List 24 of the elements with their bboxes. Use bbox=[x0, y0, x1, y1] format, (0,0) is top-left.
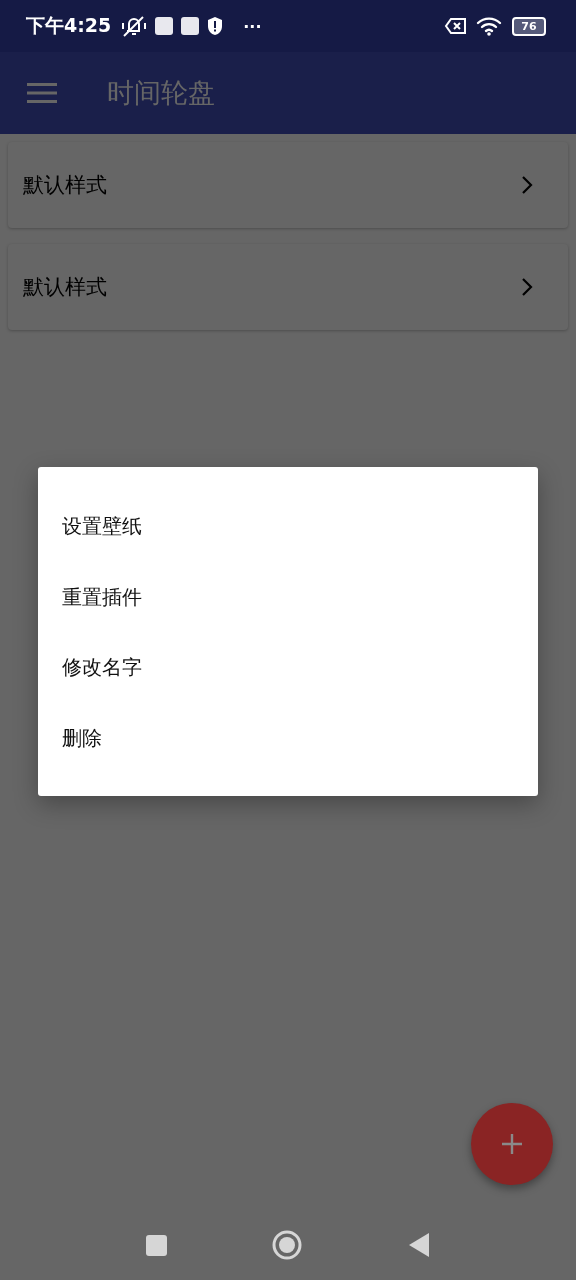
app-title: 时间轮盘 bbox=[107, 76, 215, 110]
recents-button[interactable] bbox=[145, 1234, 167, 1256]
chevron-right-icon bbox=[520, 175, 534, 195]
vibrate-off-icon bbox=[121, 14, 148, 38]
card-label: 默认样式 bbox=[23, 172, 107, 199]
home-button[interactable] bbox=[270, 1229, 303, 1261]
shield-icon bbox=[207, 16, 224, 36]
menu-item[interactable]: 修改名字 bbox=[38, 632, 538, 703]
menu-item[interactable]: 重置插件 bbox=[38, 561, 538, 632]
style-card[interactable]: 默认样式 bbox=[8, 142, 568, 228]
chevron-right-icon bbox=[520, 277, 534, 297]
menu-item[interactable]: 设置壁纸 bbox=[38, 491, 538, 562]
notification-icon bbox=[181, 17, 200, 35]
menu-item[interactable]: 删除 bbox=[38, 702, 538, 773]
plus-icon bbox=[501, 1133, 523, 1155]
menu-icon[interactable] bbox=[27, 82, 57, 104]
sim-off-icon bbox=[444, 16, 468, 36]
style-card[interactable]: 默认样式 bbox=[8, 244, 568, 330]
wifi-icon bbox=[476, 15, 504, 37]
battery-level: 76 bbox=[521, 19, 537, 33]
card-label: 默认样式 bbox=[23, 274, 107, 301]
notification-icon bbox=[155, 17, 174, 35]
more-notifications: ··· bbox=[243, 16, 262, 36]
status-time: 下午4:25 bbox=[26, 13, 112, 38]
